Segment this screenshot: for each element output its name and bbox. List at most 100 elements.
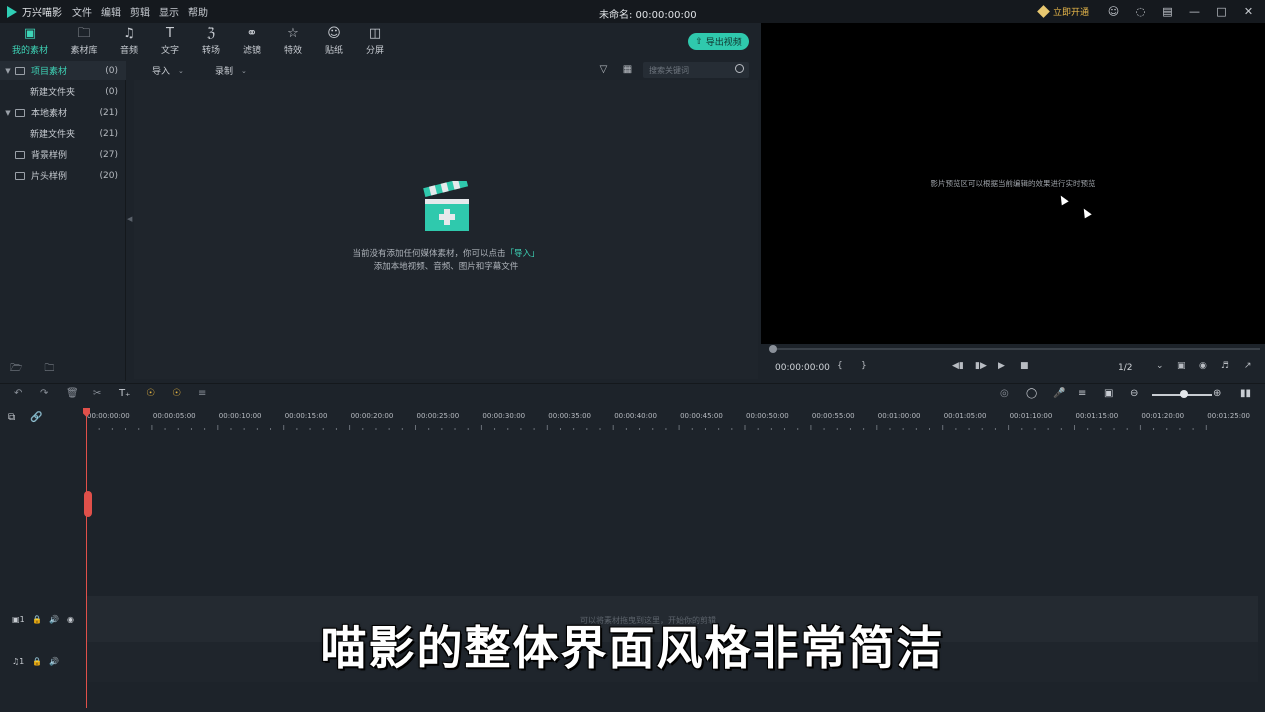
media-toolbar: ▣ 我的素材 🗀 素材库 ♫ 音频 T 文字 ℨ 转场 ⚭ 滤镜 ☆ 特效 ☺ xyxy=(0,23,758,61)
cut-icon[interactable]: ✂ xyxy=(93,388,101,399)
splitscreen-icon: ◫ xyxy=(368,26,382,41)
redo-icon[interactable]: ↷ xyxy=(40,388,48,399)
tab-label: 特效 xyxy=(283,46,302,56)
tab-effects[interactable]: ☆ 特效 xyxy=(273,25,313,56)
message-icon[interactable]: ◌ xyxy=(1132,3,1149,20)
media-area[interactable]: 当前没有添加任何媒体素材，你可以点击「导入」 添加本地视频、音频、图片和字幕文件 xyxy=(134,80,758,379)
timeline-ruler[interactable]: ⧉ 🔗 00:00:00:00 00:00:05:00 00:00:10:00 00:… xyxy=(0,405,1265,431)
menu-edit[interactable]: 编辑 xyxy=(101,4,121,19)
shield-icon[interactable]: ◯ xyxy=(1026,388,1037,399)
search-input[interactable]: 搜索关键词 xyxy=(643,62,749,78)
playhead-grip[interactable] xyxy=(84,491,92,517)
preview-quality[interactable]: 1/2 xyxy=(1118,363,1132,373)
export-video-button[interactable]: ⇧ 导出视频 xyxy=(688,33,749,50)
user-icon[interactable]: ☺ xyxy=(1105,3,1122,20)
render-icon[interactable]: ◎ xyxy=(1000,388,1009,399)
folder-outline-icon[interactable]: 🗀 xyxy=(44,361,54,378)
fullscreen-icon[interactable]: ↗ xyxy=(1244,361,1252,371)
tab-filter[interactable]: ⚭ 滤镜 xyxy=(232,25,272,56)
preview-scrubber[interactable] xyxy=(772,348,1260,350)
document-title: 未命名: 00:00:00:00 xyxy=(599,10,697,21)
folder-new-folder-2[interactable]: 新建文件夹 (21) xyxy=(0,124,126,143)
chevron-down-icon[interactable]: ⌄ xyxy=(1156,361,1164,371)
scrubber-handle[interactable] xyxy=(769,345,777,353)
import-link[interactable]: 「导入」 xyxy=(506,249,540,259)
maximize-icon[interactable]: □ xyxy=(1213,3,1230,20)
filter-funnel-icon[interactable]: ▽ xyxy=(598,64,609,75)
grid-view-icon[interactable]: ▦ xyxy=(622,64,633,75)
tab-sticker[interactable]: ☺ 贴纸 xyxy=(314,25,354,56)
speed-icon[interactable]: ☉ xyxy=(146,388,155,399)
tab-audio[interactable]: ♫ 音频 xyxy=(109,25,149,56)
timeline-toolbar: ↶ ↷ 🗑 ✂ T₊ ☉ ☉ ≡ ◎ ◯ 🎤 ≡ ▣ ⊖ ⊕ ▮▮ xyxy=(0,383,1265,405)
new-folder-icon[interactable]: 🗁 xyxy=(10,361,22,378)
expand-icon[interactable]: ▼ xyxy=(4,109,12,117)
ruler-tick-label: 00:00:05:00 xyxy=(152,412,196,420)
menu-view[interactable]: 显示 xyxy=(159,4,179,19)
caption-icon[interactable]: ▣ xyxy=(1104,388,1113,399)
adjust-icon[interactable]: ≡ xyxy=(198,388,206,399)
folder-project-media[interactable]: ▼ 项目素材 (0) xyxy=(0,61,126,80)
record-dropdown[interactable]: 录制 ⌄ xyxy=(215,63,247,78)
tab-my-media[interactable]: ▣ 我的素材 xyxy=(10,25,50,56)
effects-icon: ☆ xyxy=(287,26,299,41)
ruler-tick-label: 00:00:25:00 xyxy=(416,412,460,420)
undo-icon[interactable]: ↶ xyxy=(14,388,22,399)
panel-collapse-icon[interactable]: ◀ xyxy=(127,215,132,225)
stop-icon[interactable]: ■ xyxy=(1020,361,1029,371)
vip-button[interactable]: 立即开通 xyxy=(1037,5,1089,18)
clapperboard-icon xyxy=(423,181,469,231)
search-icon[interactable] xyxy=(735,64,744,73)
folder-count: (0) xyxy=(105,65,118,76)
preview-window[interactable]: 影片预览区可以根据当前编辑的效果进行实时预览 xyxy=(761,23,1265,344)
zoom-in-icon[interactable]: ⊕ xyxy=(1213,388,1221,399)
media-bar: 导入 ⌄ 录制 ⌄ ▽ ▦ 搜索关键词 xyxy=(134,61,758,80)
minimize-icon[interactable]: — xyxy=(1186,3,1203,20)
audio-mix-icon[interactable]: ≡ xyxy=(1078,388,1086,399)
fit-timeline-icon[interactable]: ▮▮ xyxy=(1240,388,1251,399)
play-back-icon[interactable]: ▮▶ xyxy=(975,361,987,371)
mark-in-icon[interactable]: { xyxy=(837,361,843,371)
close-icon[interactable]: ✕ xyxy=(1240,3,1257,20)
microphone-icon[interactable]: 🎤 xyxy=(1053,388,1065,399)
display-icon[interactable]: ▣ xyxy=(1177,361,1186,371)
ruler-tick-label: 00:00:35:00 xyxy=(548,412,592,420)
ruler-tick-label: 00:01:10:00 xyxy=(1009,412,1053,420)
tab-split-screen[interactable]: ◫ 分屏 xyxy=(355,25,395,56)
search-placeholder: 搜索关键词 xyxy=(649,65,689,75)
tab-transition[interactable]: ℨ 转场 xyxy=(191,25,231,56)
folder-intro-samples[interactable]: 片头样例 (20) xyxy=(0,166,126,185)
empty-state-line2: 添加本地视频、音频、图片和字幕文件 xyxy=(373,262,519,272)
tab-label: 转场 xyxy=(201,46,220,56)
tab-text[interactable]: T 文字 xyxy=(150,25,190,56)
zoom-slider-handle[interactable] xyxy=(1180,390,1188,398)
text-tool-icon[interactable]: T₊ xyxy=(119,388,130,399)
music-icon: ♫ xyxy=(123,26,135,41)
filter-icon: ⚭ xyxy=(246,26,258,41)
tab-label: 滤镜 xyxy=(242,46,261,56)
play-icon[interactable]: ▶ xyxy=(998,361,1005,371)
snapshot-icon[interactable]: ◉ xyxy=(1199,361,1207,371)
link-icon[interactable]: 🔗 xyxy=(30,412,42,423)
import-dropdown[interactable]: 导入 ⌄ xyxy=(152,63,184,78)
ruler-tick-label: 00:00:30:00 xyxy=(482,412,526,420)
menu-file[interactable]: 文件 xyxy=(72,4,92,19)
ruler-tick-label: 00:00:15:00 xyxy=(284,412,328,420)
delete-icon[interactable]: 🗑 xyxy=(66,388,79,399)
folder-new-folder-1[interactable]: 新建文件夹 (0) xyxy=(0,82,126,101)
folder-local-media[interactable]: ▼ 本地素材 (21) xyxy=(0,103,126,122)
tab-media-library[interactable]: 🗀 素材库 xyxy=(64,25,104,56)
zoom-out-icon[interactable]: ⊖ xyxy=(1130,388,1138,399)
folder-background-samples[interactable]: 背景样例 (27) xyxy=(0,145,126,164)
expand-icon[interactable]: ▼ xyxy=(4,67,12,75)
color-icon[interactable]: ☉ xyxy=(172,388,181,399)
layout-icon[interactable]: ▤ xyxy=(1159,3,1176,20)
folder-label: 项目素材 xyxy=(31,67,68,77)
prev-frame-icon[interactable]: ◀▮ xyxy=(952,361,964,371)
menu-clip[interactable]: 剪辑 xyxy=(130,4,150,19)
add-track-icon[interactable]: ⧉ xyxy=(8,412,15,423)
menu-help[interactable]: 帮助 xyxy=(188,4,208,19)
folder-label: 新建文件夹 xyxy=(30,130,76,140)
mark-out-icon[interactable]: } xyxy=(861,361,867,371)
volume-icon[interactable]: ♬ xyxy=(1221,361,1229,371)
